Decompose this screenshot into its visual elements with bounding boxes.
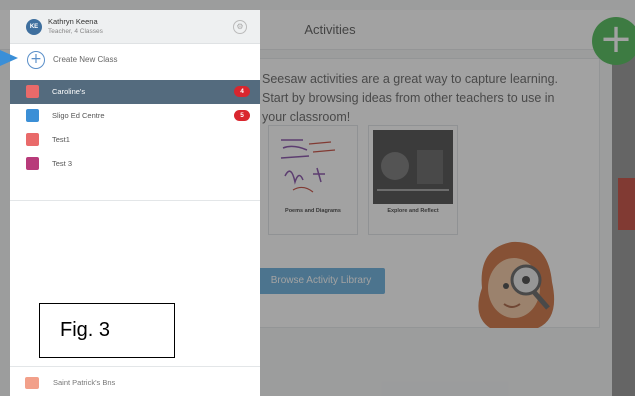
class-icon	[26, 157, 39, 170]
create-class-label: Create New Class	[53, 55, 118, 64]
figure-label-box: Fig. 3	[39, 303, 175, 358]
class-icon	[26, 133, 39, 146]
class-item[interactable]: Test1	[10, 128, 260, 152]
school-icon	[25, 377, 39, 389]
class-drawer: KE Kathryn Keena Teacher, 4 Classes ⚙ + …	[10, 10, 260, 396]
gear-icon[interactable]: ⚙	[233, 20, 247, 34]
avatar: KE	[26, 19, 42, 35]
class-icon	[26, 85, 39, 98]
figure-label: Fig. 3	[60, 319, 111, 341]
class-item[interactable]: Caroline's 4	[10, 80, 260, 104]
plus-circle-icon: +	[27, 51, 45, 69]
class-item[interactable]: Sligo Ed Centre 5	[10, 104, 260, 128]
school-switcher[interactable]: Saint Patrick's Bns	[10, 366, 260, 396]
class-label: Test 3	[52, 159, 73, 168]
notification-badge: 5	[234, 110, 250, 121]
class-label: Test1	[52, 135, 70, 144]
user-name: Kathryn Keena	[48, 17, 98, 26]
pointer-arrow-icon	[0, 50, 18, 66]
notification-badge: 4	[234, 86, 250, 97]
school-label: Saint Patrick's Bns	[53, 378, 116, 387]
class-label: Caroline's	[52, 87, 86, 96]
class-item[interactable]: Test 3	[10, 152, 260, 176]
create-new-class-button[interactable]: + Create New Class	[10, 48, 260, 74]
class-label: Sligo Ed Centre	[52, 111, 105, 120]
divider	[10, 200, 260, 201]
user-subtitle: Teacher, 4 Classes	[48, 28, 103, 35]
user-header[interactable]: KE Kathryn Keena Teacher, 4 Classes ⚙	[10, 10, 260, 44]
class-icon	[26, 109, 39, 122]
